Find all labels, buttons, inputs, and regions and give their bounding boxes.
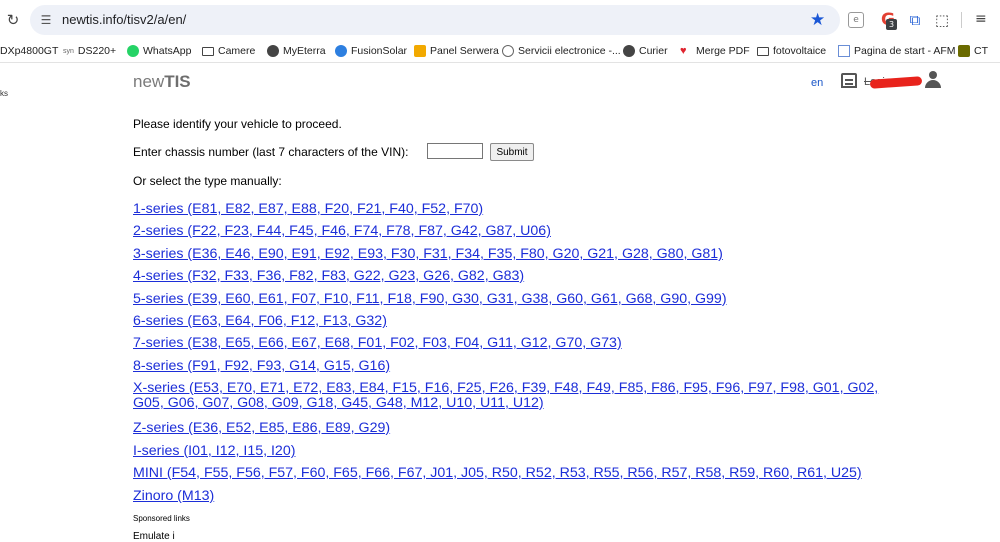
series-link-2[interactable]: 2-series (F22, F23, F44, F45, F46, F74, … (133, 224, 551, 239)
fusionsolar-icon (335, 45, 347, 57)
bookmark-label: Pagina de start - AFM (854, 45, 956, 57)
url-text[interactable]: newtis.info/tisv2/a/en/ (62, 12, 186, 27)
ct-icon (958, 45, 970, 57)
bookmark-label: fotovoltaice (773, 45, 827, 57)
user-icon[interactable] (924, 71, 942, 89)
bookmark-label: Merge PDF (696, 45, 750, 57)
language-link[interactable]: en (811, 77, 823, 89)
toolbar-divider (961, 12, 962, 28)
panel-icon (414, 45, 426, 57)
bookmark-label: MyEterra (283, 45, 326, 57)
series-link-zinoro[interactable]: Zinoro (M13) (133, 489, 214, 504)
series-link-5[interactable]: 5-series (E39, E60, E61, F07, F10, F11, … (133, 292, 727, 307)
synology-icon: syn (63, 47, 74, 55)
logo-prefix: new (133, 72, 165, 91)
bookmark-dxp4800gt[interactable]: DXp4800GT (0, 43, 58, 59)
extension-badge: 3 (886, 19, 897, 30)
bookmark-fusionsolar[interactable]: FusionSolar (335, 43, 407, 59)
bookmark-camere[interactable]: Camere (202, 43, 255, 59)
heart-icon: ♥ (680, 45, 687, 57)
submit-button[interactable]: Submit (490, 143, 534, 161)
folder-icon (202, 46, 214, 56)
bookmark-fotovoltaice[interactable]: fotovoltaice (757, 43, 826, 59)
page-icon (838, 45, 850, 57)
series-link-1[interactable]: 1-series (E81, E82, E87, E88, F20, F21, … (133, 202, 483, 217)
series-link-6[interactable]: 6-series (E63, E64, F06, F12, F13, G32) (133, 314, 387, 329)
bookmark-label: Panel Serwera (430, 45, 499, 57)
reload-icon[interactable]: ↻ (4, 11, 22, 29)
bookmark-label: DXp4800GT (0, 45, 59, 57)
cut-off-text: Emulate i (133, 531, 175, 542)
bookmark-label: DS220+ (77, 45, 117, 57)
bookmark-ct[interactable]: CT (958, 43, 988, 59)
globe-icon (267, 45, 279, 57)
garage-icon[interactable] (841, 73, 857, 88)
sponsored-links-label: Sponsored links (133, 514, 190, 523)
tab-search-icon[interactable]: ⧉ (905, 10, 925, 30)
google-extension-icon[interactable]: G 3 (878, 10, 898, 30)
bookmark-panel-serwera[interactable]: Panel Serwera (414, 43, 499, 59)
series-link-3[interactable]: 3-series (E36, E46, E90, E91, E92, E93, … (133, 247, 723, 262)
intro-text: Please identify your vehicle to proceed. (133, 117, 342, 131)
bookmark-label: Servicii electronice -... (518, 45, 621, 57)
bookmark-label: FusionSolar (351, 45, 408, 57)
bookmark-servicii[interactable]: Servicii electronice -... (502, 43, 621, 59)
series-link-x[interactable]: X-series (E53, E70, E71, E72, E83, E84, … (133, 381, 878, 396)
series-link-8[interactable]: 8-series (F91, F92, F93, G14, G15, G16) (133, 359, 390, 374)
series-link-7[interactable]: 7-series (E38, E65, E66, E67, E68, F01, … (133, 336, 622, 351)
browser-toolbar: ↻ ☰ newtis.info/tisv2/a/en/ ★ e G 3 ⧉ ⬚ … (0, 0, 1000, 40)
address-bar[interactable]: ☰ newtis.info/tisv2/a/en/ ★ (30, 5, 840, 35)
bookmark-ds220[interactable]: syn DS220+ (63, 43, 116, 59)
series-link-mini[interactable]: MINI (F54, F55, F56, F57, F60, F65, F66,… (133, 466, 862, 481)
bookmark-label: CT (974, 45, 988, 57)
globe-icon (623, 45, 635, 57)
site-logo[interactable]: newTIS (133, 72, 191, 92)
whatsapp-icon (127, 45, 139, 57)
logo-suffix: TIS (164, 72, 191, 91)
browser-menu-icon[interactable]: ≡ (975, 11, 987, 27)
bookmark-whatsapp[interactable]: WhatsApp (127, 43, 191, 59)
vin-label: Enter chassis number (last 7 characters … (133, 145, 409, 159)
bookmark-label: Curier (639, 45, 668, 57)
bookmark-star-icon[interactable]: ★ (810, 10, 825, 30)
vin-input[interactable] (427, 143, 483, 159)
extension-icon[interactable]: e (848, 12, 864, 28)
bookmark-myeterra[interactable]: MyEterra (267, 43, 326, 59)
series-link-x-continued[interactable]: G05, G06, G07, G08, G09, G18, G45, G48, … (133, 396, 544, 411)
extensions-puzzle-icon[interactable]: ⬚ (932, 10, 952, 30)
bookmark-afm[interactable]: Pagina de start - AFM (838, 43, 956, 59)
gov-icon (502, 45, 514, 57)
series-link-z[interactable]: Z-series (E36, E52, E85, E86, E89, G29) (133, 421, 390, 436)
bookmark-merge-pdf[interactable]: ♥ Merge PDF (680, 43, 750, 59)
bookmark-label: Camere (218, 45, 256, 57)
series-link-i[interactable]: I-series (I01, I12, I15, I20) (133, 444, 295, 459)
bookmark-curier[interactable]: Curier (623, 43, 668, 59)
bookmark-label: WhatsApp (143, 45, 192, 57)
series-link-4[interactable]: 4-series (F32, F33, F36, F82, F83, G22, … (133, 269, 524, 284)
bookmarks-bar: DXp4800GT syn DS220+ WhatsApp Camere MyE… (0, 40, 1000, 63)
folder-icon (757, 46, 769, 56)
site-settings-icon[interactable]: ☰ (38, 12, 54, 28)
left-edge-fragment: ks (0, 89, 8, 98)
manual-select-label: Or select the type manually: (133, 174, 282, 188)
